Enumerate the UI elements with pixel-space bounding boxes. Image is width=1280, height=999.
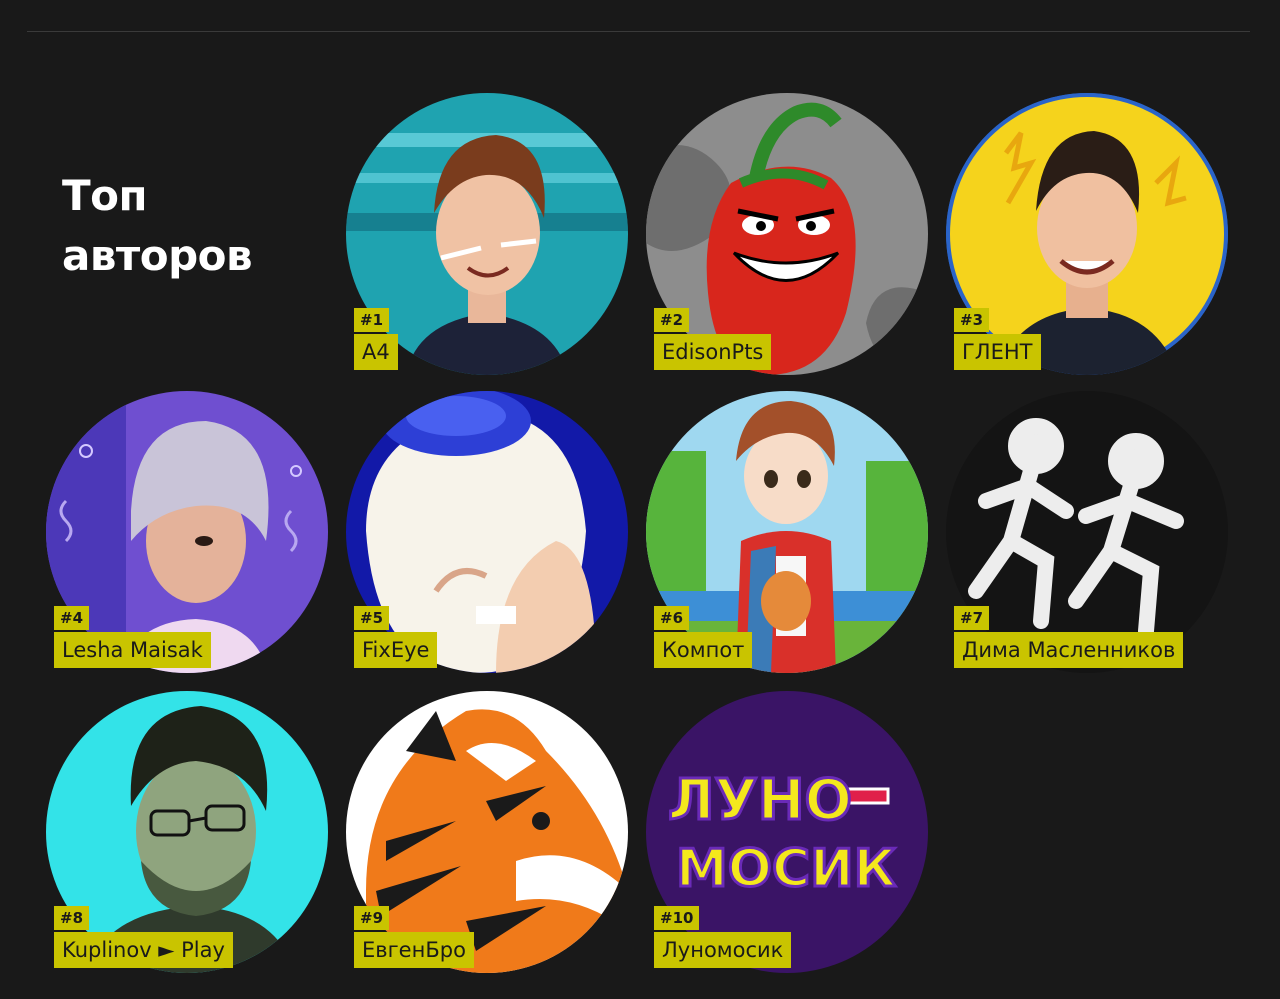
author-avatar-6[interactable] — [646, 391, 928, 673]
running-figures-icon — [946, 391, 1228, 673]
author-rank-4: #4 — [54, 606, 90, 630]
author-card-9[interactable]: #9 ЕвгенБро — [346, 691, 628, 973]
logo-line-2: МОСИК — [676, 839, 896, 899]
author-rank-5: #5 — [354, 606, 390, 630]
eyeball-icon — [346, 391, 628, 673]
cartoon-boy-icon — [646, 391, 928, 673]
author-avatar-3[interactable] — [946, 93, 1228, 375]
author-card-6[interactable]: #6 Компот — [646, 391, 928, 673]
author-card-4[interactable]: #4 Lesha Maisak — [46, 391, 328, 673]
section-title-line1: Топ — [62, 171, 148, 220]
author-name-1[interactable]: A4 — [354, 334, 398, 370]
author-name-10[interactable]: Луномосик — [654, 932, 792, 968]
author-avatar-7[interactable] — [946, 391, 1228, 673]
author-card-7[interactable]: #7 Дима Масленников — [946, 391, 1228, 673]
author-rank-9: #9 — [354, 906, 390, 930]
author-avatar-10[interactable]: ЛУНО МОСИК — [646, 691, 928, 973]
author-rank-8: #8 — [54, 906, 90, 930]
author-name-9[interactable]: ЕвгенБро — [354, 932, 474, 968]
author-name-7[interactable]: Дима Масленников — [954, 632, 1184, 668]
tiger-icon — [346, 691, 628, 973]
author-card-5[interactable]: #5 FixEye — [346, 391, 628, 673]
logo-line-1: ЛУНО — [668, 768, 852, 833]
author-name-3[interactable]: ГЛЕНТ — [954, 334, 1041, 370]
author-rank-10: #10 — [654, 906, 700, 930]
author-avatar-8[interactable] — [46, 691, 328, 973]
author-card-8[interactable]: #8 Kuplinov ► Play — [46, 691, 328, 973]
section-title-line2: авторов — [62, 231, 253, 280]
author-name-6[interactable]: Компот — [654, 632, 753, 668]
author-avatar-4[interactable] — [46, 391, 328, 673]
author-name-5[interactable]: FixEye — [354, 632, 438, 668]
author-name-4[interactable]: Lesha Maisak — [54, 632, 211, 668]
portrait-photo-icon — [46, 391, 328, 673]
author-card-10[interactable]: ЛУНО МОСИК #10 Луномосик — [646, 691, 928, 973]
portrait-photo-icon — [946, 93, 1228, 375]
luno-mosik-logo: ЛУНО МОСИК — [646, 691, 928, 973]
author-rank-1: #1 — [354, 308, 390, 332]
author-rank-2: #2 — [654, 308, 690, 332]
author-rank-6: #6 — [654, 606, 690, 630]
author-avatar-1[interactable] — [346, 93, 628, 375]
author-avatar-5[interactable] — [346, 391, 628, 673]
author-rank-7: #7 — [954, 606, 990, 630]
author-avatar-9[interactable] — [346, 691, 628, 973]
author-avatar-2[interactable] — [646, 93, 928, 375]
portrait-photo-icon — [346, 93, 628, 375]
author-name-8[interactable]: Kuplinov ► Play — [54, 932, 233, 968]
portrait-photo-icon — [46, 691, 328, 973]
author-name-2[interactable]: EdisonPts — [654, 334, 772, 370]
author-rank-3: #3 — [954, 308, 990, 332]
section-divider — [27, 31, 1250, 32]
author-card-3[interactable]: #3 ГЛЕНТ — [946, 93, 1228, 375]
section-title: Топ авторов — [62, 166, 322, 286]
author-card-1[interactable]: #1 A4 — [346, 93, 628, 375]
chili-pepper-icon — [646, 93, 928, 375]
author-card-2[interactable]: #2 EdisonPts — [646, 93, 928, 375]
